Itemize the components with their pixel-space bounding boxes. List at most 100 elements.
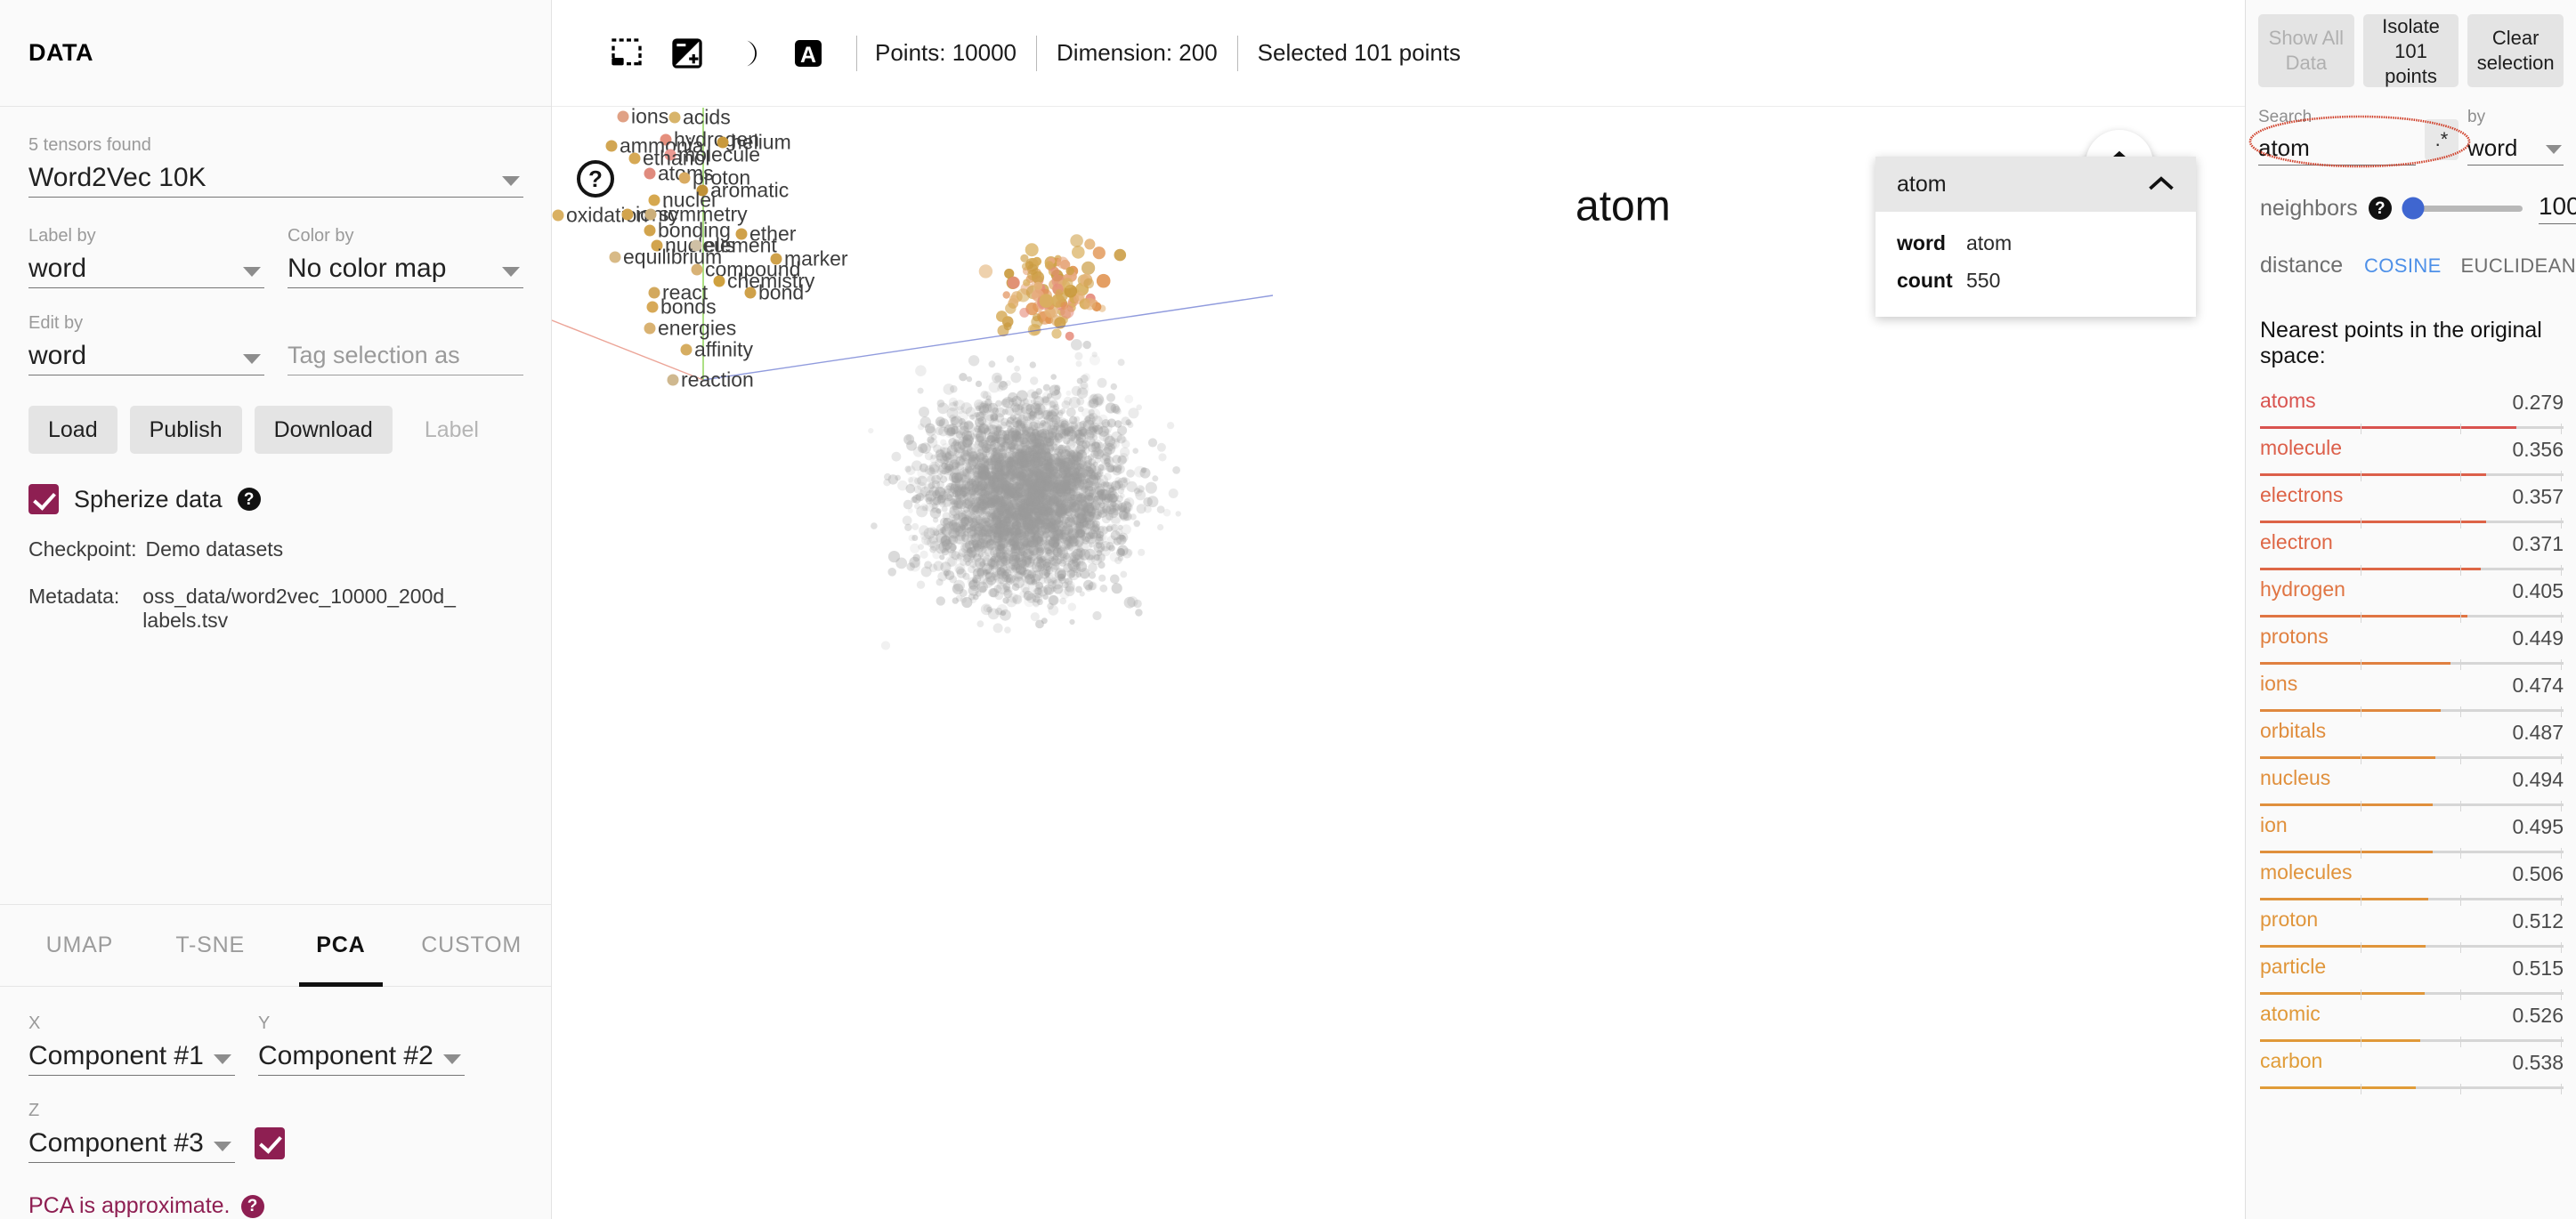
scatter-plot[interactable]: ? ions acids hydrogen helium ammonia molecule… bbox=[552, 108, 2245, 1219]
neighbor-row[interactable]: ions 0.474 bbox=[2260, 670, 2564, 717]
label-button[interactable]: Label bbox=[405, 406, 498, 454]
help-icon[interactable]: ? bbox=[237, 488, 261, 511]
scatter-point[interactable] bbox=[552, 209, 564, 222]
select-box-icon[interactable] bbox=[596, 23, 657, 84]
neighbor-word[interactable]: nucleus bbox=[2260, 766, 2330, 790]
neighbor-word[interactable]: orbitals bbox=[2260, 719, 2326, 743]
neighbor-word[interactable]: electron bbox=[2260, 530, 2333, 554]
tensor-select[interactable]: Word2Vec 10K bbox=[28, 158, 523, 198]
tab-custom[interactable]: CUSTOM bbox=[406, 905, 537, 987]
neighbor-word[interactable]: ion bbox=[2260, 813, 2288, 837]
neighbor-row[interactable]: hydrogen 0.405 bbox=[2260, 576, 2564, 623]
spherize-row[interactable]: Spherize data ? bbox=[28, 484, 522, 514]
scatter-point[interactable] bbox=[628, 152, 641, 165]
neighbor-distance: 0.512 bbox=[2512, 909, 2564, 932]
neighbor-word[interactable]: carbon bbox=[2260, 1049, 2322, 1073]
neighbor-row[interactable]: ion 0.495 bbox=[2260, 811, 2564, 859]
publish-button[interactable]: Publish bbox=[129, 406, 242, 454]
neighbor-word[interactable]: proton bbox=[2260, 908, 2318, 932]
hover-card-header[interactable]: atom bbox=[1875, 157, 2196, 212]
scatter-point[interactable] bbox=[621, 208, 634, 221]
neighbor-bar-fill bbox=[2260, 1086, 2416, 1089]
neighbor-word[interactable]: ions bbox=[2260, 672, 2297, 696]
neighbor-row[interactable]: proton 0.512 bbox=[2260, 906, 2564, 953]
neighbor-row[interactable]: molecules 0.506 bbox=[2260, 859, 2564, 906]
tag-selection-input[interactable]: Tag selection as bbox=[288, 336, 523, 375]
neighbor-word[interactable]: electrons bbox=[2260, 483, 2343, 507]
neighbor-word[interactable]: particle bbox=[2260, 955, 2326, 979]
spherize-checkbox[interactable] bbox=[28, 484, 59, 514]
scatter-point[interactable] bbox=[648, 287, 660, 299]
scatter-point[interactable] bbox=[691, 263, 703, 276]
neighbor-row[interactable]: carbon 0.538 bbox=[2260, 1047, 2564, 1094]
neighbor-row[interactable]: molecule 0.356 bbox=[2260, 434, 2564, 481]
isolate-points-button[interactable]: Isolate 101 points bbox=[2362, 14, 2459, 87]
neighbor-word[interactable]: atomic bbox=[2260, 1002, 2321, 1026]
scatter-point[interactable] bbox=[644, 167, 656, 180]
neighbor-tick bbox=[2560, 518, 2562, 529]
neighbor-tick bbox=[2460, 518, 2462, 529]
distance-option-euclidean[interactable]: EUCLIDEAN bbox=[2460, 254, 2576, 278]
neighbor-row[interactable]: atoms 0.279 bbox=[2260, 387, 2564, 434]
clear-selection-button[interactable]: Clear selection bbox=[2467, 14, 2564, 87]
neighbor-row[interactable]: protons 0.449 bbox=[2260, 623, 2564, 670]
neighbor-word[interactable]: hydrogen bbox=[2260, 577, 2345, 601]
night-mode-icon[interactable] bbox=[717, 23, 778, 84]
neighbor-row[interactable]: atomic 0.526 bbox=[2260, 1000, 2564, 1047]
scatter-point[interactable] bbox=[609, 251, 621, 263]
download-button[interactable]: Download bbox=[254, 406, 393, 454]
pca-z-select[interactable]: Component #3 bbox=[28, 1124, 235, 1163]
tab-umap[interactable]: UMAP bbox=[14, 905, 145, 987]
neighbor-word[interactable]: molecules bbox=[2260, 860, 2353, 884]
neighbor-row[interactable]: orbitals 0.487 bbox=[2260, 717, 2564, 764]
search-by-select[interactable]: word bbox=[2467, 128, 2564, 165]
neighbor-row[interactable]: nucleus 0.494 bbox=[2260, 764, 2564, 811]
scatter-point[interactable] bbox=[644, 208, 657, 221]
tab-tsne[interactable]: T-SNE bbox=[145, 905, 276, 987]
neighbor-bar-fill bbox=[2260, 473, 2487, 476]
neighbor-word[interactable]: atoms bbox=[2260, 389, 2316, 413]
selected-point-label: atom bbox=[1576, 182, 1671, 230]
slider-knob[interactable] bbox=[2402, 197, 2425, 220]
edit-by-select[interactable]: word bbox=[28, 336, 264, 375]
neighbor-row[interactable]: particle 0.515 bbox=[2260, 953, 2564, 1000]
label-by-select[interactable]: word bbox=[28, 249, 264, 288]
brightness-contrast-icon[interactable] bbox=[657, 23, 717, 84]
distance-option-cosine[interactable]: COSINE bbox=[2364, 254, 2442, 278]
scatter-point[interactable] bbox=[644, 224, 656, 237]
tab-pca[interactable]: PCA bbox=[276, 905, 407, 987]
metadata-value: oss_data/word2vec_10000_200d_ labels.tsv bbox=[142, 585, 456, 633]
neighbors-slider[interactable] bbox=[2402, 197, 2523, 220]
scatter-point[interactable] bbox=[713, 275, 725, 287]
scatter-point[interactable] bbox=[667, 374, 679, 386]
show-all-data-button[interactable]: Show All Data bbox=[2258, 14, 2354, 87]
label-color-row: Label by word Color by No color map bbox=[28, 224, 523, 288]
scatter-point[interactable] bbox=[744, 287, 757, 299]
scatter-point[interactable] bbox=[668, 111, 681, 124]
scatter-point[interactable] bbox=[644, 322, 656, 335]
neighbor-row[interactable]: electrons 0.357 bbox=[2260, 481, 2564, 529]
scatter-point[interactable] bbox=[617, 110, 629, 123]
chevron-up-icon[interactable] bbox=[2148, 175, 2175, 193]
pca-x-select[interactable]: Component #1 bbox=[28, 1037, 235, 1076]
load-button[interactable]: Load bbox=[28, 406, 117, 454]
scatter-point[interactable] bbox=[678, 172, 691, 184]
help-icon: ? bbox=[577, 160, 614, 198]
help-icon[interactable]: ? bbox=[240, 1194, 264, 1218]
scatter-point[interactable] bbox=[680, 343, 693, 356]
neighbor-word[interactable]: protons bbox=[2260, 625, 2329, 649]
search-input[interactable]: atom bbox=[2258, 128, 2416, 165]
point-hover-card[interactable]: atom word atom count 550 bbox=[1875, 157, 2196, 317]
help-icon[interactable]: ? bbox=[2368, 197, 2392, 220]
label-a-icon[interactable]: A bbox=[778, 23, 838, 84]
pca-3d-checkbox[interactable] bbox=[255, 1127, 285, 1159]
color-by-select[interactable]: No color map bbox=[288, 249, 523, 288]
scatter-point[interactable] bbox=[605, 140, 618, 152]
neighbor-row[interactable]: electron 0.371 bbox=[2260, 529, 2564, 576]
plot-help-button[interactable]: ? bbox=[577, 160, 614, 198]
neighbor-word[interactable]: molecule bbox=[2260, 436, 2342, 460]
scatter-point[interactable] bbox=[646, 301, 659, 313]
pca-y-select[interactable]: Component #2 bbox=[258, 1037, 465, 1076]
neighbors-value-input[interactable]: 100 bbox=[2538, 192, 2576, 224]
regex-toggle-button[interactable]: .* bbox=[2425, 119, 2459, 160]
